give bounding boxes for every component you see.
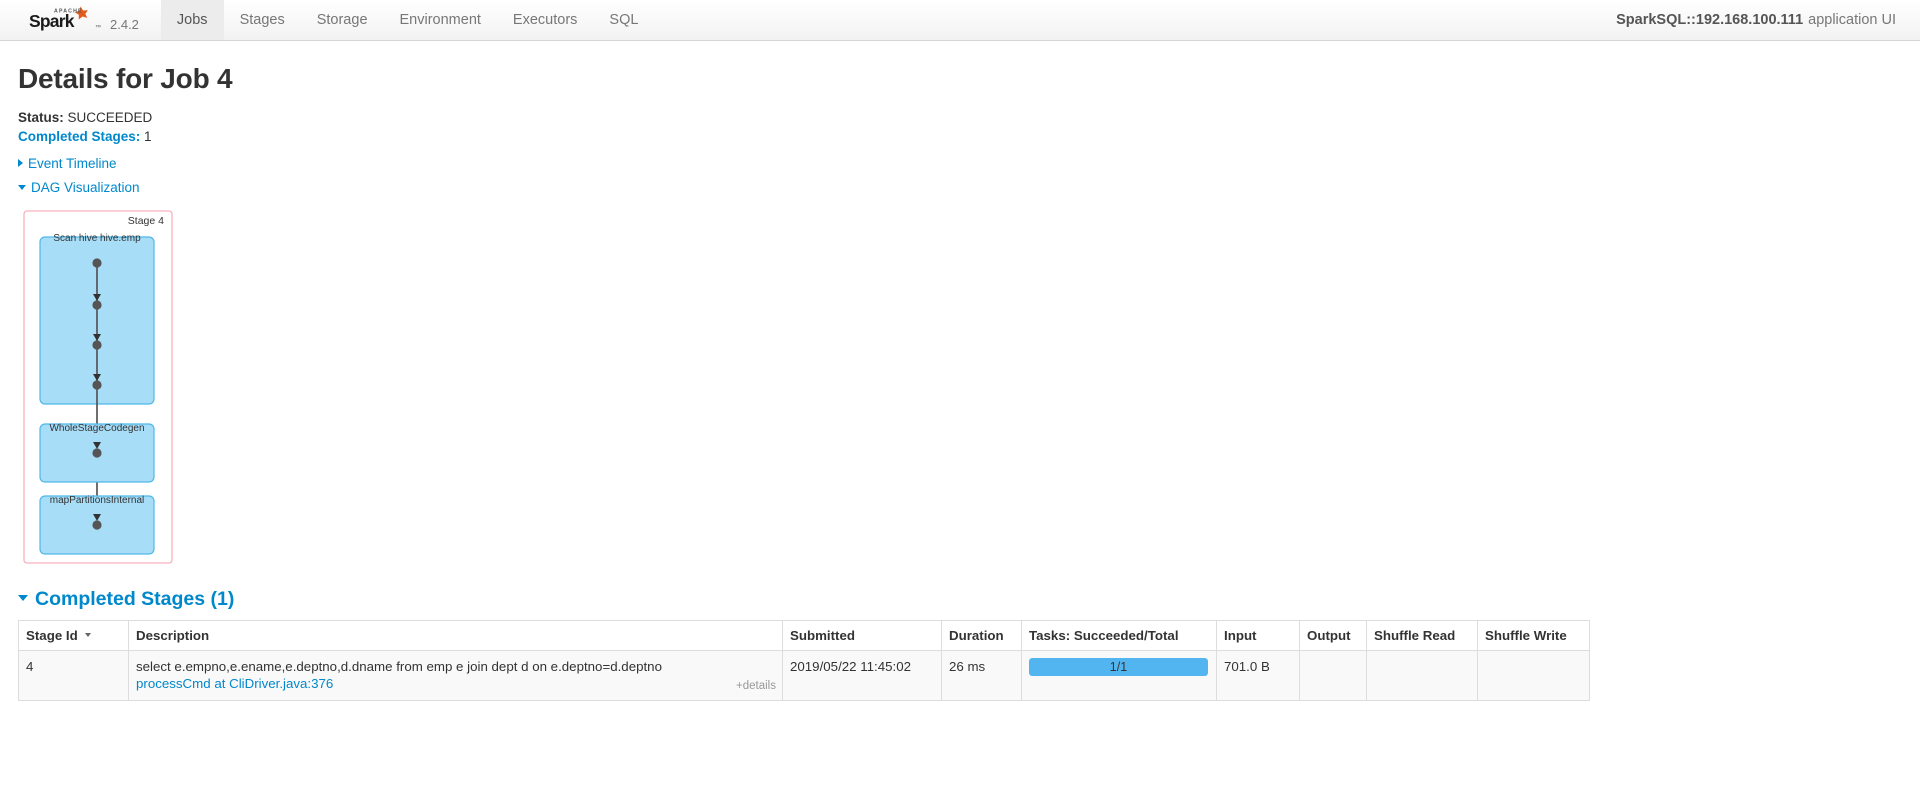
dag-visualization-toggle[interactable]: DAG Visualization xyxy=(18,179,1902,197)
col-header-output[interactable]: Output xyxy=(1299,620,1367,651)
brand-logo-area[interactable]: APACHE Spark ™ 2.4.2 xyxy=(0,0,149,40)
status-label: Status: xyxy=(18,110,64,125)
svg-text:mapPartitionsInternal: mapPartitionsInternal xyxy=(50,495,145,506)
col-header-duration[interactable]: Duration xyxy=(941,620,1022,651)
app-ui-suffix-label: application UI xyxy=(1808,12,1896,28)
chevron-down-icon xyxy=(18,184,26,190)
details-toggle[interactable]: +details xyxy=(736,678,776,695)
col-header-input-label: Input xyxy=(1224,628,1257,643)
completed-stages-table: Stage Id Description Submitted Duration … xyxy=(18,620,1590,701)
col-header-submitted[interactable]: Submitted xyxy=(782,620,942,651)
app-name-label: SparkSQL::192.168.100.111 xyxy=(1616,12,1804,28)
col-header-shuffle-write[interactable]: Shuffle Write xyxy=(1477,620,1590,651)
tasks-progress-label: 1/1 xyxy=(1109,660,1128,674)
navbar: APACHE Spark ™ 2.4.2 Jobs Stages Storage… xyxy=(0,0,1920,41)
completed-stages-section-toggle[interactable]: Completed Stages (1) xyxy=(18,588,1902,611)
completed-stages-label[interactable]: Completed Stages: xyxy=(18,129,140,144)
cell-output xyxy=(1299,650,1367,701)
col-header-submitted-label: Submitted xyxy=(790,628,856,643)
stage-description-text: select e.empno,e.ename,e.deptno,d.dname … xyxy=(136,659,662,674)
page-content: Details for Job 4 Status: SUCCEEDED Comp… xyxy=(0,63,1920,701)
status-value: SUCCEEDED xyxy=(67,110,153,125)
tab-executors-link[interactable]: Executors xyxy=(497,0,593,40)
col-header-description[interactable]: Description xyxy=(128,620,783,651)
cell-shuffle-write xyxy=(1477,650,1590,701)
sort-descending-icon xyxy=(84,633,91,638)
col-header-tasks[interactable]: Tasks: Succeeded/Total xyxy=(1021,620,1217,651)
tab-storage[interactable]: Storage xyxy=(301,0,384,40)
svg-text:™: ™ xyxy=(95,24,101,31)
col-header-shuffle-read[interactable]: Shuffle Read xyxy=(1366,620,1478,651)
tasks-progress-bar: 1/1 xyxy=(1029,658,1208,676)
table-row: 4 select e.empno,e.ename,e.deptno,d.dnam… xyxy=(18,650,1590,701)
tab-sql[interactable]: SQL xyxy=(593,0,654,40)
col-header-duration-label: Duration xyxy=(949,628,1004,643)
col-header-tasks-label: Tasks: Succeeded/Total xyxy=(1029,628,1179,643)
svg-text:Spark: Spark xyxy=(29,11,75,31)
col-header-input[interactable]: Input xyxy=(1216,620,1300,651)
col-header-stage-id-label: Stage Id xyxy=(26,628,78,643)
col-header-output-label: Output xyxy=(1307,628,1351,643)
cell-description: select e.empno,e.ename,e.deptno,d.dname … xyxy=(128,650,783,701)
event-timeline-toggle[interactable]: Event Timeline xyxy=(18,155,1902,173)
completed-stages-line: Completed Stages: 1 xyxy=(18,128,1902,146)
col-header-description-label: Description xyxy=(136,628,210,643)
tab-executors[interactable]: Executors xyxy=(497,0,593,40)
dag-visualization-graph[interactable]: Stage 4 Scan hive hive.emp WholeStageCod… xyxy=(18,208,198,566)
cell-input: 701.0 B xyxy=(1216,650,1300,701)
app-title-area: SparkSQL::192.168.100.111 application UI xyxy=(1616,0,1920,40)
status-line: Status: SUCCEEDED xyxy=(18,109,1902,127)
spark-logo-icon[interactable]: APACHE Spark ™ xyxy=(28,5,104,35)
completed-stages-value: 1 xyxy=(144,129,152,144)
tab-storage-link[interactable]: Storage xyxy=(301,0,384,40)
svg-text:Scan hive hive.emp: Scan hive hive.emp xyxy=(53,233,141,244)
tab-jobs-link[interactable]: Jobs xyxy=(160,0,224,40)
col-header-shuffle-write-label: Shuffle Write xyxy=(1485,628,1567,643)
tab-stages-link[interactable]: Stages xyxy=(224,0,301,40)
completed-stages-heading: Completed Stages (1) xyxy=(35,588,235,610)
table-header-row: Stage Id Description Submitted Duration … xyxy=(18,620,1590,651)
cell-duration: 26 ms xyxy=(941,650,1022,701)
event-timeline-label: Event Timeline xyxy=(28,156,117,171)
chevron-right-icon xyxy=(18,159,23,168)
col-header-shuffle-read-label: Shuffle Read xyxy=(1374,628,1456,643)
spark-version-label: 2.4.2 xyxy=(110,16,139,32)
svg-text:WholeStageCodegen: WholeStageCodegen xyxy=(49,423,144,434)
main-nav-tabs: Jobs Stages Storage Environment Executor… xyxy=(160,0,655,40)
cell-tasks: 1/1 xyxy=(1021,650,1217,701)
page-title: Details for Job 4 xyxy=(18,63,233,94)
tab-environment-link[interactable]: Environment xyxy=(384,0,497,40)
chevron-down-icon xyxy=(18,594,28,601)
cell-stage-id: 4 xyxy=(18,650,129,701)
col-header-stage-id[interactable]: Stage Id xyxy=(18,620,129,651)
cell-submitted: 2019/05/22 11:45:02 xyxy=(782,650,942,701)
tab-jobs[interactable]: Jobs xyxy=(160,0,224,40)
tab-sql-link[interactable]: SQL xyxy=(593,0,654,40)
stage-call-site-link[interactable]: processCmd at CliDriver.java:376 xyxy=(136,676,333,691)
tab-environment[interactable]: Environment xyxy=(384,0,497,40)
svg-text:Stage 4: Stage 4 xyxy=(128,215,164,227)
cell-shuffle-read xyxy=(1366,650,1478,701)
tab-stages[interactable]: Stages xyxy=(224,0,301,40)
dag-visualization-label: DAG Visualization xyxy=(31,180,140,195)
